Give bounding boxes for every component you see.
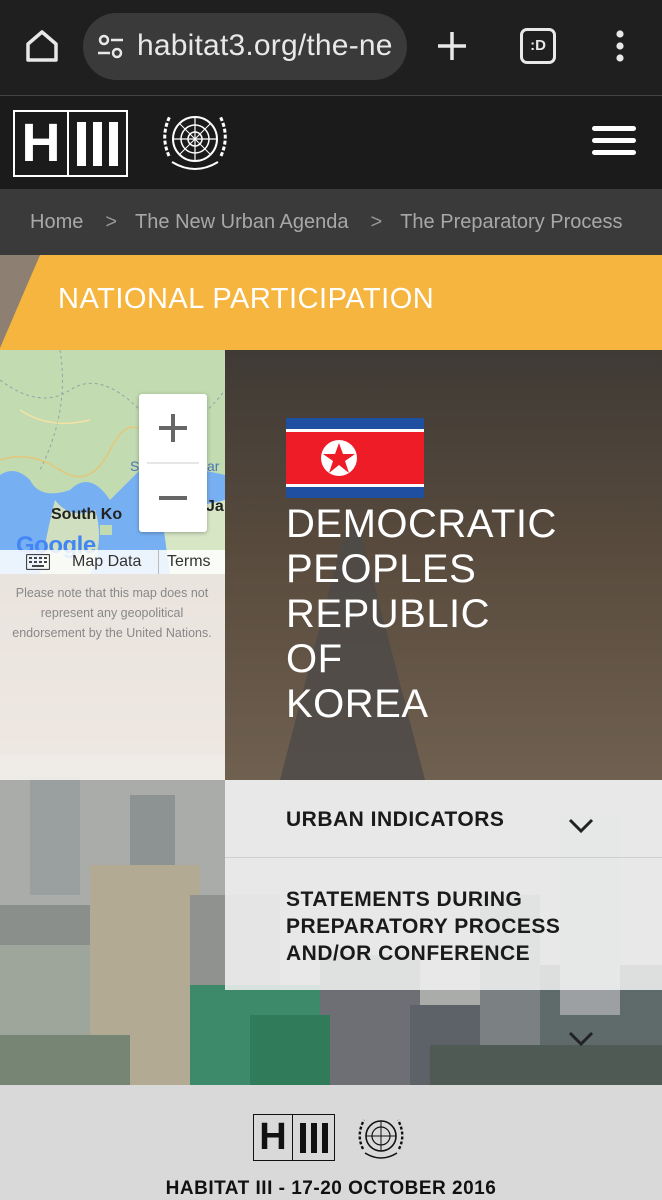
map-label-sea-2: ar <box>207 458 220 474</box>
plus-icon[interactable] <box>432 26 472 66</box>
footer-logo-iii <box>293 1115 334 1160</box>
browser-toolbar: habitat3.org/the-ne :D <box>0 0 662 95</box>
site-header: H <box>0 95 662 189</box>
footer: H HABITAT III - 17-20 OCTOBER 2016 <box>0 1085 662 1200</box>
accordion: URBAN INDICATORS STATEMENTS DURING PREPA… <box>225 780 662 1047</box>
tab-switcher-icon[interactable]: :D <box>520 28 556 64</box>
chevron-down-icon[interactable] <box>568 1031 594 1047</box>
url-text[interactable]: habitat3.org/the-ne <box>137 29 393 63</box>
terms-link[interactable]: Terms <box>158 550 211 574</box>
keyboard-icon[interactable] <box>26 554 50 570</box>
tune-icon[interactable] <box>95 31 127 63</box>
accordion-label: STATEMENTS DURING PREPARATORY PROCESS AN… <box>286 888 561 965</box>
accordion-statements[interactable]: STATEMENTS DURING PREPARATORY PROCESS AN… <box>225 859 662 1047</box>
home-icon[interactable] <box>22 26 62 66</box>
footer-event-text: HABITAT III - 17-20 OCTOBER 2016 <box>165 1178 497 1199</box>
google-map[interactable]: S ar South Ko Ja Google Map Data Terms <box>0 350 225 574</box>
un-emblem-icon <box>163 115 227 170</box>
map-data-link[interactable]: Map Data <box>72 553 141 571</box>
map-disclaimer: Please note that this map does not repre… <box>12 586 212 640</box>
north-korea-flag <box>286 418 424 498</box>
map-panel: S ar South Ko Ja Google Map Data Terms P… <box>0 350 225 780</box>
chevron-down-icon[interactable] <box>568 818 594 834</box>
section-title: NATIONAL PARTICIPATION <box>58 283 435 315</box>
footer-hiii-logo[interactable]: H <box>253 1114 335 1161</box>
accordion-urban-indicators[interactable]: URBAN INDICATORS <box>225 780 662 858</box>
map-zoom-control <box>139 394 207 532</box>
hiii-logo[interactable]: H <box>13 110 128 177</box>
logo-iii <box>69 112 126 175</box>
breadcrumb-home[interactable]: Home <box>30 211 83 234</box>
zoom-out-button[interactable] <box>139 464 207 532</box>
footer-un-emblem-icon <box>358 1119 404 1159</box>
zoom-in-button[interactable] <box>139 394 207 462</box>
breadcrumb-separator: > <box>370 210 383 233</box>
map-label-south-korea: South Ko <box>51 506 123 523</box>
map-label-sea: S <box>130 458 140 474</box>
map-attribution-bar: Map Data Terms <box>0 550 225 574</box>
map-label-japan: Ja <box>206 498 224 515</box>
country-name-line: REPUBLIC <box>286 592 491 636</box>
country-name-line: DEMOCRATIC <box>286 502 557 546</box>
country-name: DEMOCRATIC PEOPLES REPUBLIC OF KOREA <box>286 502 646 727</box>
breadcrumb-new-urban-agenda[interactable]: The New Urban Agenda <box>135 211 348 234</box>
footer-logo-h: H <box>254 1115 293 1160</box>
breadcrumb-separator: > <box>105 210 118 233</box>
breadcrumb-preparatory-process[interactable]: The Preparatory Process <box>400 211 622 234</box>
breadcrumb: Home > The New Urban Agenda > The Prepar… <box>0 189 662 255</box>
accordion-label: URBAN INDICATORS <box>286 808 505 831</box>
country-name-line: KOREA <box>286 682 429 726</box>
country-name-line: OF <box>286 637 343 681</box>
hamburger-icon[interactable] <box>592 126 636 158</box>
address-bar[interactable]: habitat3.org/the-ne <box>83 13 407 80</box>
more-vert-icon[interactable] <box>606 26 634 66</box>
country-name-line: PEOPLES <box>286 547 477 591</box>
logo-h: H <box>15 112 69 175</box>
